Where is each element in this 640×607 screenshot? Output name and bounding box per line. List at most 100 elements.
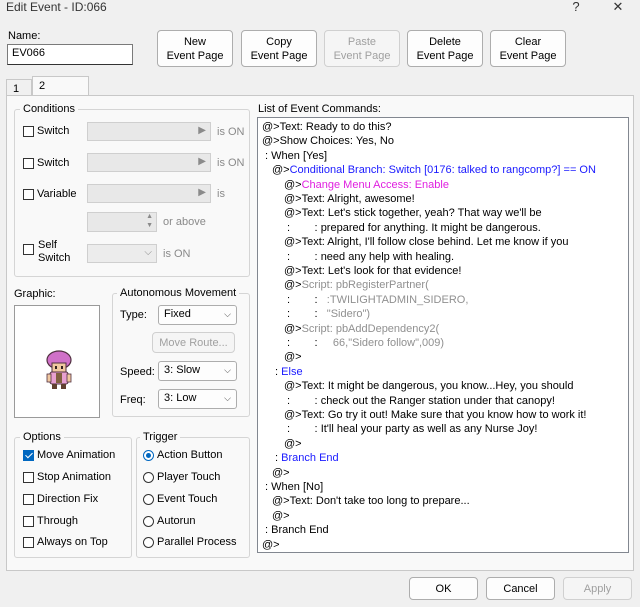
- event-commands-list[interactable]: @>Text: Ready to do this? @>Show Choices:…: [257, 117, 629, 553]
- event-command-line[interactable]: @>Text: Let's stick together, yeah? That…: [284, 206, 542, 220]
- move-route-button[interactable]: Move Route...: [152, 332, 235, 353]
- title-bar: Edit Event - ID:066 ? ✕: [0, 0, 640, 16]
- event-command-line[interactable]: @>Text: Go try it out! Make sure that yo…: [284, 408, 587, 422]
- clear-event-page-line1: Clear: [514, 35, 542, 48]
- through-check-box[interactable]: [23, 515, 34, 527]
- tab-page-1[interactable]: 1: [6, 79, 32, 96]
- event-command-line[interactable]: : Else: [272, 365, 303, 379]
- tab-page-2[interactable]: 2: [32, 76, 89, 96]
- event-command-line[interactable]: @>Change Menu Access: Enable: [284, 178, 449, 192]
- stop-animation-checkbox[interactable]: Stop Animation: [23, 471, 111, 483]
- copy-event-page-button[interactable]: Copy Event Page: [241, 30, 317, 67]
- stop-animation-check-box[interactable]: [23, 471, 34, 483]
- switch1-checkbox[interactable]: Switch: [23, 125, 69, 137]
- event-command-line[interactable]: : : "Sidero"): [284, 307, 370, 321]
- event-command-line[interactable]: : Branch End: [272, 451, 339, 465]
- delete-event-page-line2: Event Page: [416, 49, 474, 62]
- event-command-line[interactable]: : : :TWILIGHTADMIN_SIDERO,: [284, 293, 468, 307]
- always-on-top-check-box[interactable]: [23, 536, 34, 548]
- paste-event-page-button[interactable]: Paste Event Page: [324, 30, 400, 67]
- event-command-line[interactable]: @>: [284, 350, 302, 364]
- event-touch-radio-circle[interactable]: [143, 493, 154, 505]
- switch1-select[interactable]: ▶: [87, 122, 211, 141]
- action-button-radio-circle[interactable]: [143, 449, 154, 461]
- move-animation-check-box[interactable]: [23, 449, 34, 461]
- action-button-radio[interactable]: Action Button: [143, 449, 222, 461]
- event-command-prefix: @>: [284, 322, 302, 335]
- event-command-line[interactable]: : : check out the Ranger station under t…: [284, 394, 555, 408]
- event-command-line[interactable]: : : It'll heal your party as well as any…: [284, 422, 537, 436]
- parallel-process-radio-circle[interactable]: [143, 536, 154, 548]
- type-select[interactable]: Fixed ⌵: [158, 305, 237, 325]
- event-command-line[interactable]: @>Text: Let's look for that evidence!: [284, 264, 461, 278]
- player-touch-radio-circle[interactable]: [143, 471, 154, 483]
- graphic-preview[interactable]: [14, 305, 100, 418]
- variable-check-box[interactable]: [23, 188, 34, 200]
- event-command-text: Text: Alright, I'll follow close behind.…: [301, 236, 569, 249]
- event-command-line[interactable]: : When [Yes]: [262, 149, 327, 163]
- event-command-line[interactable]: @>Show Choices: Yes, No: [262, 134, 394, 148]
- event-command-prefix: @>: [262, 121, 280, 133]
- event-command-text: "Sidero"): [320, 308, 371, 321]
- event-command-prefix: :: [272, 452, 282, 465]
- speed-chevron-down-icon: ⌵: [224, 365, 231, 375]
- event-command-text: Branch End: [271, 524, 329, 537]
- event-command-line[interactable]: @>Text: It might be dangerous, you know.…: [284, 379, 574, 393]
- variable-select[interactable]: ▶: [87, 184, 211, 203]
- autorun-radio[interactable]: Autorun: [143, 515, 196, 527]
- event-command-line[interactable]: @>Text: Alright, I'll follow close behin…: [284, 235, 568, 249]
- speed-select[interactable]: 3: Slow ⌵: [158, 361, 237, 381]
- event-command-line[interactable]: : : need any help with healing.: [284, 250, 454, 264]
- variable-value-stepper[interactable]: ▲ ▼: [87, 212, 157, 232]
- self-switch-check-box[interactable]: [23, 244, 34, 255]
- autorun-radio-circle[interactable]: [143, 515, 154, 527]
- cancel-button[interactable]: Cancel: [486, 577, 555, 600]
- clear-event-page-button[interactable]: Clear Event Page: [490, 30, 566, 67]
- type-chevron-down-icon: ⌵: [224, 309, 231, 319]
- stepper-up-icon[interactable]: ▲: [146, 213, 153, 220]
- event-command-prefix: @>: [272, 164, 290, 177]
- event-command-line[interactable]: @>Conditional Branch: Switch [0176: talk…: [272, 163, 596, 177]
- new-event-page-line2: Event Page: [166, 49, 224, 62]
- event-command-line[interactable]: @>Script: pbRegisterPartner(: [284, 278, 429, 292]
- direction-fix-check-box[interactable]: [23, 493, 34, 505]
- event-command-line[interactable]: @>: [262, 538, 280, 552]
- switch2-select[interactable]: ▶: [87, 153, 211, 172]
- direction-fix-checkbox[interactable]: Direction Fix: [23, 493, 98, 505]
- parallel-process-radio[interactable]: Parallel Process: [143, 536, 236, 548]
- self-switch-checkbox[interactable]: [23, 239, 37, 255]
- ok-button[interactable]: OK: [409, 577, 478, 600]
- delete-event-page-button[interactable]: Delete Event Page: [407, 30, 483, 67]
- event-command-line[interactable]: : Branch End: [262, 523, 329, 537]
- event-command-line[interactable]: @>Text: Don't take too long to prepare..…: [272, 494, 470, 508]
- event-command-line[interactable]: : When [No]: [262, 480, 323, 494]
- help-button[interactable]: ?: [566, 0, 586, 14]
- switch1-check-box[interactable]: [23, 125, 34, 137]
- event-command-line[interactable]: @>Text: Alright, awesome!: [284, 192, 415, 206]
- variable-checkbox[interactable]: Variable: [23, 188, 77, 200]
- apply-button[interactable]: Apply: [563, 577, 632, 600]
- close-icon[interactable]: ✕: [608, 0, 628, 15]
- move-animation-checkbox[interactable]: Move Animation: [23, 449, 115, 461]
- switch2-check-box[interactable]: [23, 157, 34, 169]
- event-command-line[interactable]: @>: [284, 437, 302, 451]
- freq-select[interactable]: 3: Low ⌵: [158, 389, 237, 409]
- player-touch-radio[interactable]: Player Touch: [143, 471, 220, 483]
- event-command-prefix: @>: [284, 380, 302, 393]
- event-touch-radio[interactable]: Event Touch: [143, 493, 217, 505]
- event-command-line[interactable]: @>: [272, 466, 290, 480]
- new-event-page-button[interactable]: New Event Page: [157, 30, 233, 67]
- through-checkbox[interactable]: Through: [23, 515, 78, 527]
- switch2-checkbox[interactable]: Switch: [23, 157, 69, 169]
- switch2-label: Switch: [37, 157, 70, 169]
- event-command-line[interactable]: @>: [272, 509, 290, 523]
- self-switch-select[interactable]: ⌵: [87, 244, 157, 263]
- stepper-down-icon[interactable]: ▼: [146, 222, 153, 229]
- always-on-top-checkbox[interactable]: Always on Top: [23, 536, 108, 548]
- event-command-line[interactable]: : : prepared for anything. It might be d…: [284, 221, 541, 235]
- event-command-line[interactable]: @>Script: pbAddDependency2(: [284, 322, 439, 336]
- event-command-line[interactable]: @>Text: Ready to do this?: [262, 120, 392, 134]
- action-button-label: Action Button: [157, 449, 223, 461]
- name-input[interactable]: EV066: [7, 44, 133, 65]
- event-command-line[interactable]: : : 66,"Sidero follow",009): [284, 336, 444, 350]
